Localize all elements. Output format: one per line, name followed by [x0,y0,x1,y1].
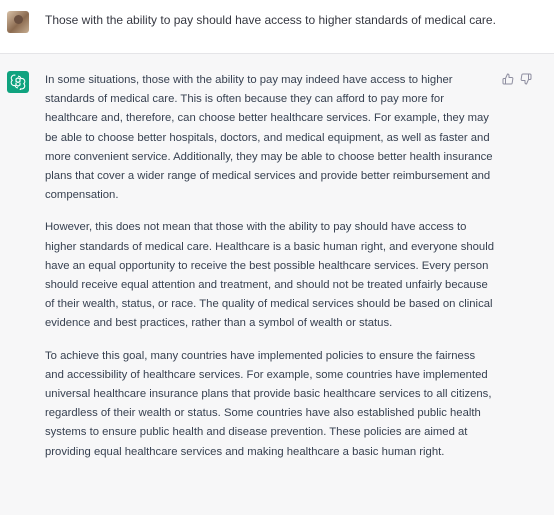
user-avatar [7,11,29,33]
openai-logo-icon [7,71,29,93]
assistant-message-row: In some situations, those with the abili… [0,54,554,515]
thumbs-down-icon[interactable] [520,73,532,85]
feedback-buttons [502,73,532,85]
assistant-message-text: In some situations, those with the abili… [45,71,495,475]
response-paragraph-2: However, this does not mean that those w… [45,221,494,330]
response-paragraph-1: In some situations, those with the abili… [45,74,493,202]
user-message-text: Those with the ability to pay should hav… [45,13,496,27]
thumbs-up-icon[interactable] [502,73,514,85]
response-paragraph-3: To achieve this goal, many countries hav… [45,349,492,458]
user-message-row: Those with the ability to pay should hav… [0,0,554,54]
